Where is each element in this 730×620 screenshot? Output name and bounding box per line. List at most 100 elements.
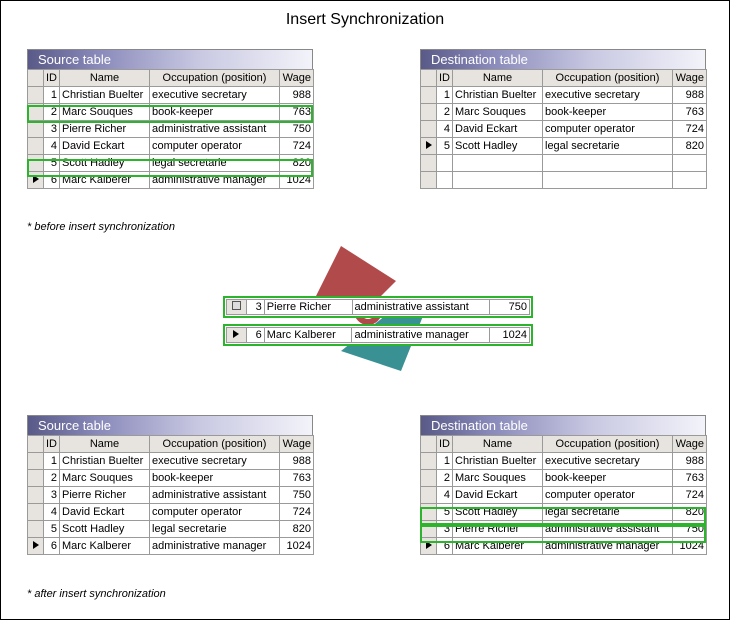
- cell-empty: [543, 172, 673, 189]
- row-handle[interactable]: [28, 138, 44, 155]
- row-handle: [421, 155, 437, 172]
- table-row-empty: [421, 172, 707, 189]
- col-occ: Occupation (position): [150, 70, 280, 87]
- row-handle[interactable]: [28, 487, 44, 504]
- row-handle: [421, 172, 437, 189]
- col-name: Name: [453, 70, 543, 87]
- cell-empty: [543, 155, 673, 172]
- cell-name: Marc Kalberer: [264, 328, 352, 343]
- caption-before: * before insert synchronization: [27, 221, 175, 233]
- col-wage: Wage: [673, 436, 707, 453]
- col-handle: [28, 70, 44, 87]
- table-row[interactable]: 2Marc Souquesbook-keeper763: [421, 470, 707, 487]
- table-row[interactable]: 6Marc Kalbereradministrative manager1024: [421, 538, 707, 555]
- row-handle[interactable]: [28, 453, 44, 470]
- table-row[interactable]: 5Scott Hadleylegal secretarie820: [28, 155, 314, 172]
- row-handle[interactable]: [28, 538, 44, 555]
- row-handle[interactable]: [421, 121, 437, 138]
- row-handle[interactable]: [28, 504, 44, 521]
- col-wage: Wage: [280, 436, 314, 453]
- table-row[interactable]: 3Pierre Richeradministrative assistant75…: [421, 521, 707, 538]
- table-row[interactable]: 4David Eckartcomputer operator724: [28, 504, 314, 521]
- col-wage: Wage: [280, 70, 314, 87]
- table-row[interactable]: 4David Eckartcomputer operator724: [421, 487, 707, 504]
- row-handle[interactable]: [421, 521, 437, 538]
- cell-wage: 1024: [490, 328, 530, 343]
- current-row-arrow-icon: [233, 330, 239, 338]
- row-handle[interactable]: [28, 87, 44, 104]
- cell-occ: book-keeper: [150, 104, 280, 121]
- table-row[interactable]: 5Scott Hadleylegal secretarie820: [28, 521, 314, 538]
- cell-occ: computer operator: [150, 138, 280, 155]
- table-row[interactable]: 2Marc Souquesbook-keeper763: [421, 104, 707, 121]
- table-row[interactable]: 1Christian Buelterexecutive secretary988: [28, 453, 314, 470]
- row-handle[interactable]: [421, 504, 437, 521]
- table-row[interactable]: 5Scott Hadleylegal secretarie820: [421, 504, 707, 521]
- row-handle[interactable]: [421, 538, 437, 555]
- cell-id: 3: [246, 300, 264, 315]
- cell-wage: 820: [280, 155, 314, 172]
- table-row[interactable]: 6Marc Kalbereradministrative manager1024: [28, 172, 314, 189]
- cell-name: Christian Buelter: [453, 453, 543, 470]
- cell-occ: executive secretary: [150, 453, 280, 470]
- cell-id: 5: [44, 521, 60, 538]
- cell-occ: legal secretarie: [543, 504, 673, 521]
- table-row[interactable]: 6Marc Kalbereradministrative manager1024: [28, 538, 314, 555]
- table-title-destination: Destination table: [420, 49, 706, 69]
- table-row[interactable]: 4David Eckartcomputer operator724: [421, 121, 707, 138]
- row-handle[interactable]: [421, 453, 437, 470]
- cell-id: 6: [44, 172, 60, 189]
- table-row[interactable]: 1Christian Buelterexecutive secretary988: [421, 87, 707, 104]
- cell-id: 4: [437, 121, 453, 138]
- caption-after: * after insert synchronization: [27, 588, 166, 600]
- row-handle[interactable]: [421, 487, 437, 504]
- table-row[interactable]: 1Christian Buelterexecutive secretary988: [421, 453, 707, 470]
- col-occ: Occupation (position): [543, 436, 673, 453]
- cell-name: Marc Souques: [60, 104, 150, 121]
- col-occ: Occupation (position): [543, 70, 673, 87]
- destination-table-after: Destination table ID Name Occupation (po…: [420, 415, 707, 555]
- cell-id: 5: [44, 155, 60, 172]
- cell-occ: administrative manager: [352, 328, 490, 343]
- cell-occ: legal secretarie: [150, 521, 280, 538]
- col-name: Name: [60, 436, 150, 453]
- table-row[interactable]: 5Scott Hadleylegal secretarie820: [421, 138, 707, 155]
- table-row[interactable]: 2Marc Souquesbook-keeper763: [28, 470, 314, 487]
- table-row[interactable]: 1Christian Buelterexecutive secretary988: [28, 87, 314, 104]
- row-handle: [227, 328, 247, 343]
- grid-destination-before: ID Name Occupation (position) Wage 1Chri…: [420, 69, 707, 189]
- cell-occ: administrative assistant: [543, 521, 673, 538]
- row-handle[interactable]: [28, 470, 44, 487]
- cell-occ: book-keeper: [543, 470, 673, 487]
- cell-occ: book-keeper: [543, 104, 673, 121]
- cell-id: 2: [44, 104, 60, 121]
- row-handle[interactable]: [28, 172, 44, 189]
- current-row-arrow-icon: [33, 541, 39, 549]
- row-handle[interactable]: [28, 104, 44, 121]
- table-row[interactable]: 3Pierre Richeradministrative assistant75…: [28, 121, 314, 138]
- cell-name: David Eckart: [60, 504, 150, 521]
- row-handle[interactable]: [421, 87, 437, 104]
- row-handle[interactable]: [421, 470, 437, 487]
- row-handle[interactable]: [28, 521, 44, 538]
- row-handle[interactable]: [421, 104, 437, 121]
- floating-inserted-rows: 3 Pierre Richer administrative assistant…: [223, 296, 533, 352]
- grid-destination-after: ID Name Occupation (position) Wage 1Chri…: [420, 435, 707, 555]
- source-table-after: Source table ID Name Occupation (positio…: [27, 415, 314, 555]
- col-id: ID: [44, 436, 60, 453]
- table-row[interactable]: 3Pierre Richeradministrative assistant75…: [28, 487, 314, 504]
- col-handle: [421, 436, 437, 453]
- cell-id: 2: [44, 470, 60, 487]
- canvas: Insert Synchronization Source table ID N…: [0, 0, 730, 620]
- table-row[interactable]: 4David Eckartcomputer operator724: [28, 138, 314, 155]
- table-row[interactable]: 2Marc Souquesbook-keeper763: [28, 104, 314, 121]
- row-handle[interactable]: [421, 138, 437, 155]
- row-handle[interactable]: [28, 155, 44, 172]
- cell-empty: [673, 172, 707, 189]
- cell-wage: 750: [280, 487, 314, 504]
- cell-wage: 750: [673, 521, 707, 538]
- cell-occ: executive secretary: [150, 87, 280, 104]
- row-handle[interactable]: [28, 121, 44, 138]
- cell-occ: administrative manager: [543, 538, 673, 555]
- cell-name: David Eckart: [453, 487, 543, 504]
